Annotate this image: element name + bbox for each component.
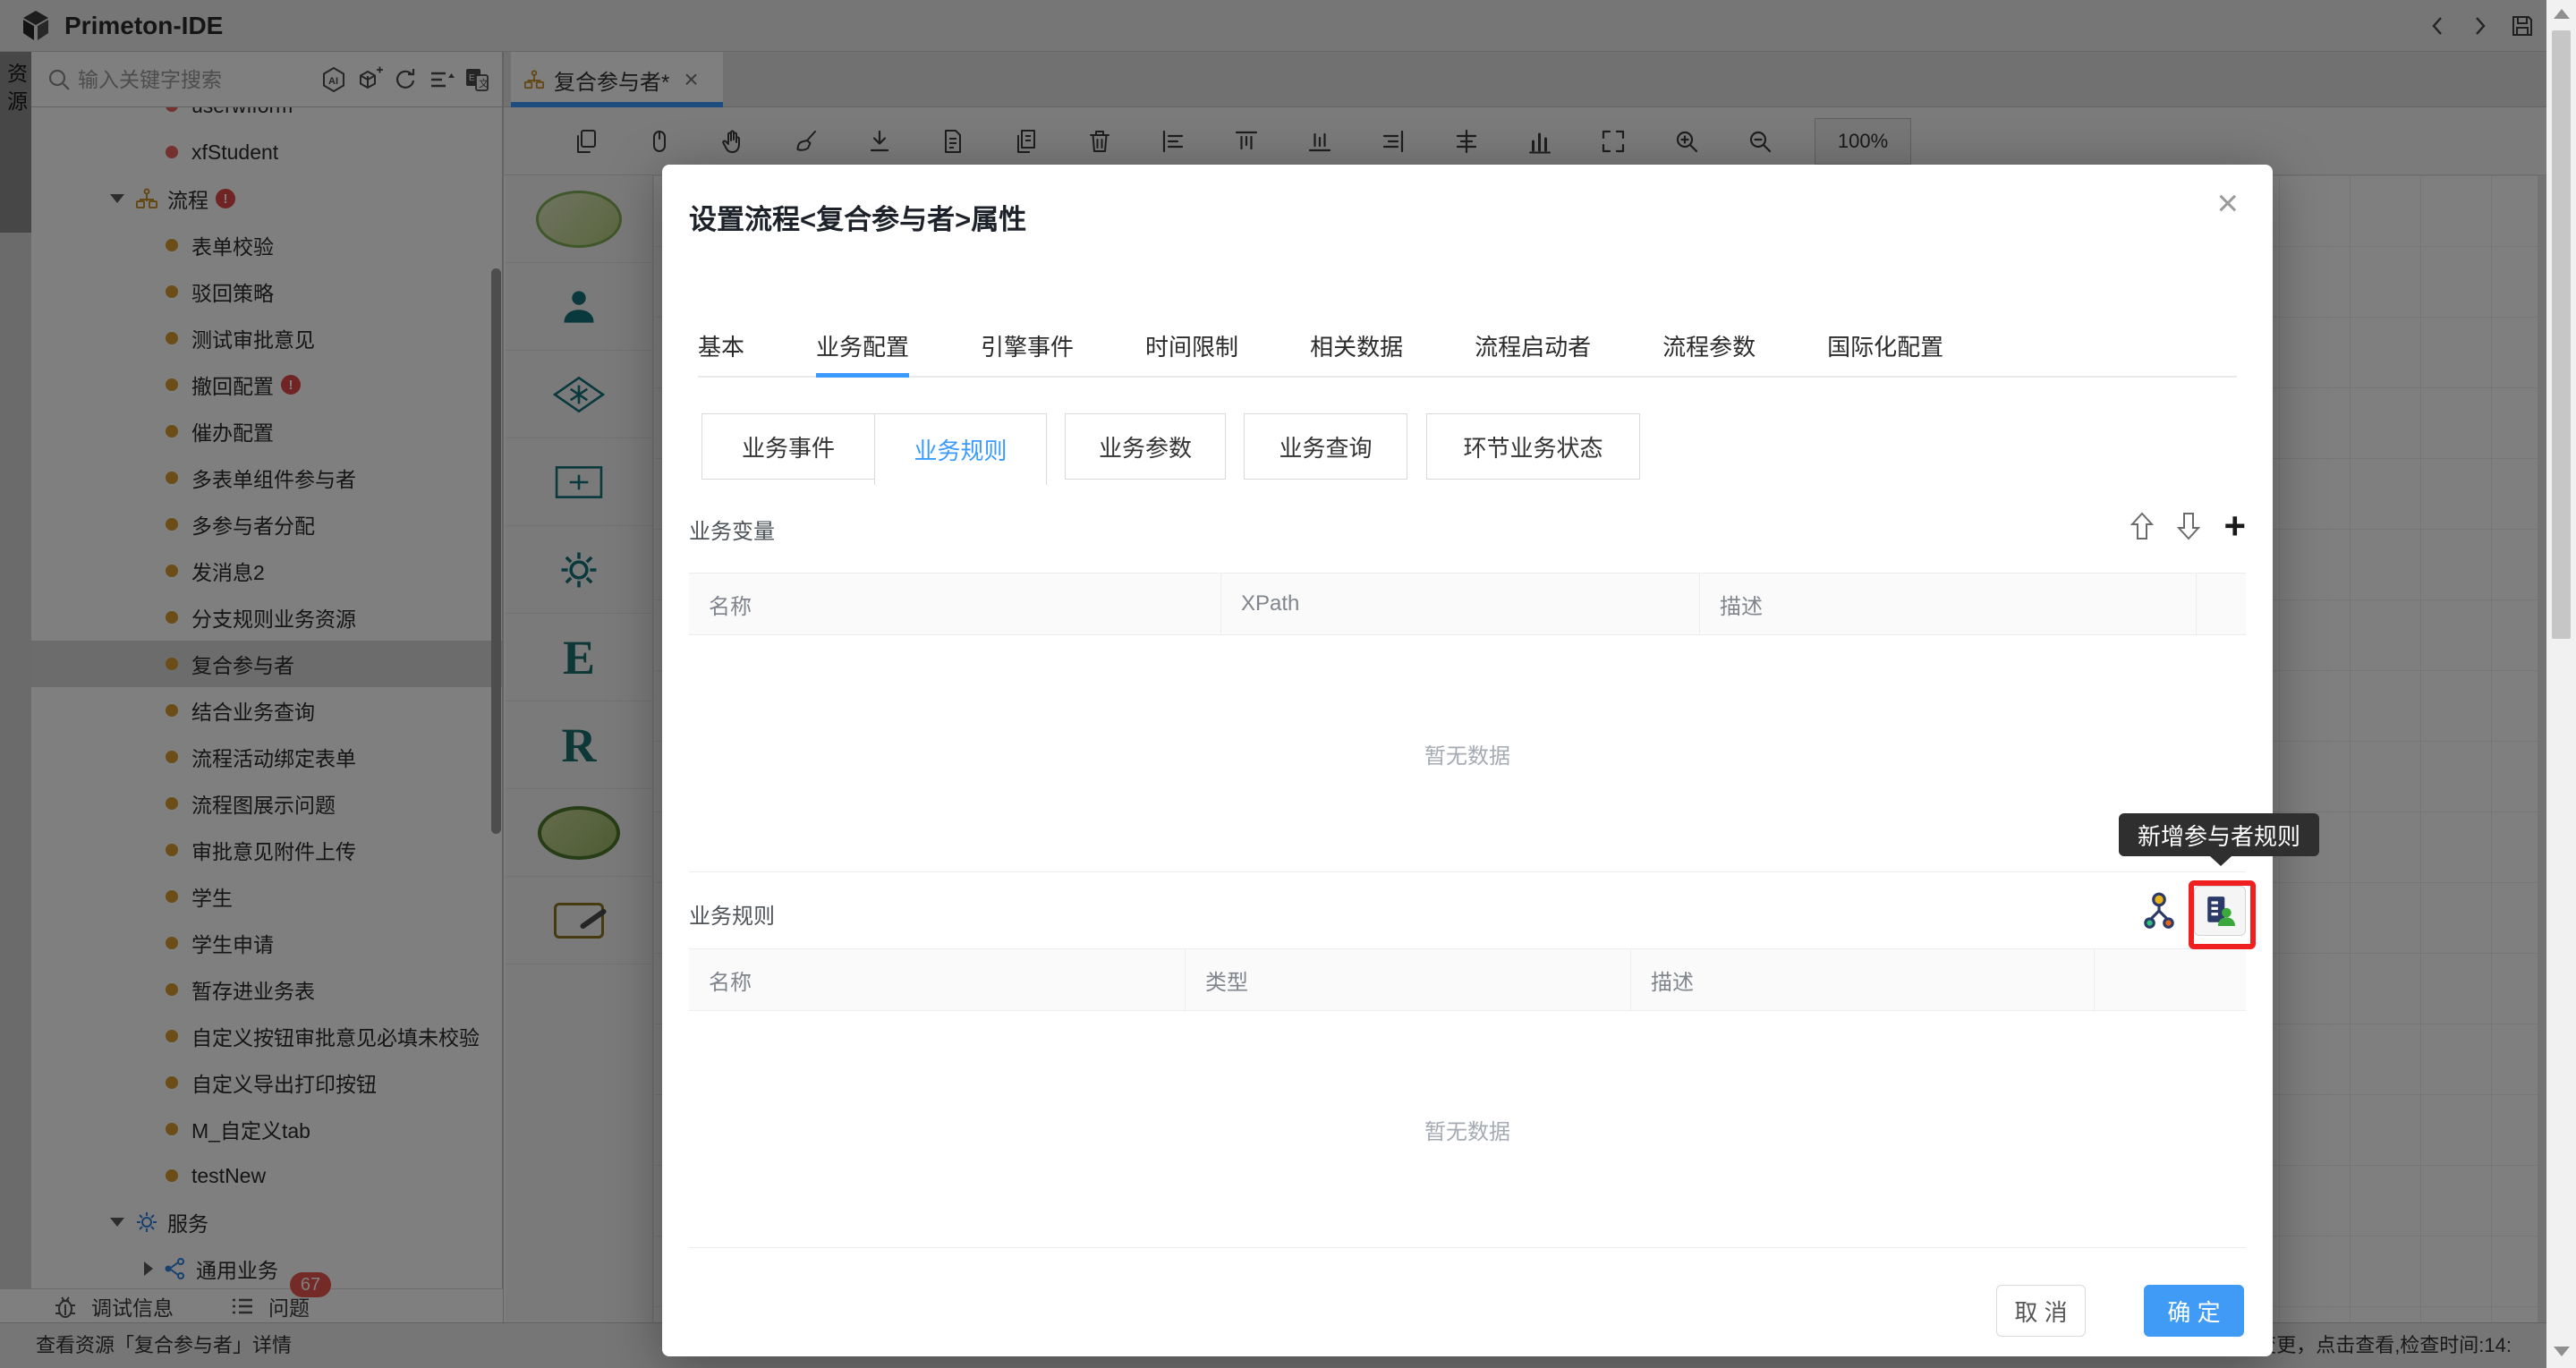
dialog-subtab[interactable]: 环节业务状态 <box>1426 413 1640 480</box>
highlight-box <box>2189 880 2256 949</box>
process-properties-dialog: × 设置流程<复合参与者>属性 基本 业务配置 引擎事件 时间限制 相关数据 流… <box>662 165 2273 1356</box>
dialog-tab-label: 基本 <box>698 334 744 361</box>
dialog-tab-label: 流程参数 <box>1662 334 1756 361</box>
table-column-header: 名称 <box>689 574 1221 634</box>
dialog-subtab-label: 业务参数 <box>1099 430 1192 463</box>
dialog-tab[interactable]: 国际化配置 <box>1827 331 1943 363</box>
dialog-subtab[interactable]: 业务参数 <box>1065 413 1226 480</box>
dialog-tab[interactable]: 基本 <box>698 331 744 363</box>
dialog-tabs: 基本 业务配置 引擎事件 时间限制 相关数据 流程启动者 流程参数 国际化配置 <box>698 331 2237 378</box>
move-up-icon[interactable] <box>2130 512 2154 540</box>
empty-table-state: 暂无数据 <box>689 635 2246 872</box>
dialog-tab[interactable]: 业务配置 <box>816 331 909 363</box>
cancel-button[interactable]: 取 消 <box>1996 1285 2086 1337</box>
add-variable-icon[interactable]: + <box>2223 508 2246 544</box>
dialog-subtab-label: 业务查询 <box>1279 430 1372 463</box>
dialog-tab[interactable]: 相关数据 <box>1310 331 1403 363</box>
tooltip: 新增参与者规则 <box>2119 813 2319 856</box>
scroll-up-icon[interactable] <box>2554 9 2570 19</box>
table-column-header: 描述 <box>1700 574 2197 634</box>
business-variables-label: 业务变量 <box>689 514 775 545</box>
table-column-header-empty <box>2095 949 2246 1010</box>
business-variables-table: 名称XPath描述 暂无数据 <box>689 573 2246 872</box>
scroll-down-icon[interactable] <box>2554 1347 2570 1356</box>
dialog-tab-label: 引擎事件 <box>981 334 1074 361</box>
dialog-tab-label: 业务配置 <box>816 334 909 361</box>
dialog-tab-label: 相关数据 <box>1310 334 1403 361</box>
move-down-icon[interactable] <box>2177 512 2200 540</box>
dialog-tab[interactable]: 引擎事件 <box>981 331 1074 363</box>
business-rules-label: 业务规则 <box>689 898 775 930</box>
dialog-tab[interactable]: 时间限制 <box>1145 331 1238 363</box>
dialog-tab-label: 国际化配置 <box>1827 334 1943 361</box>
table-column-header: XPath <box>1221 574 1700 634</box>
dialog-subtab-label: 业务事件 <box>742 430 835 463</box>
dialog-title: 设置流程<复合参与者>属性 <box>689 197 1026 237</box>
dialog-subtabs: 业务事件 业务规则 业务参数 业务查询 环节业务状态 <box>701 413 1954 485</box>
dialog-tab[interactable]: 流程参数 <box>1662 331 1756 363</box>
dialog-subtab-label: 业务规则 <box>914 433 1007 466</box>
table-column-header: 类型 <box>1186 949 1631 1010</box>
dialog-close-icon[interactable]: × <box>2216 184 2239 222</box>
dialog-tab-label: 流程启动者 <box>1475 334 1591 361</box>
page-scrollbar[interactable] <box>2546 0 2576 1368</box>
scrollbar-thumb[interactable] <box>2552 30 2571 639</box>
dialog-subtab[interactable]: 业务查询 <box>1244 413 1407 480</box>
dialog-subtab[interactable]: 业务事件 <box>701 413 875 480</box>
business-rules-table: 名称类型描述 暂无数据 <box>689 948 2246 1248</box>
dialog-subtab-label: 环节业务状态 <box>1463 430 1603 463</box>
dialog-subtab[interactable]: 业务规则 <box>874 413 1047 485</box>
table-column-header: 描述 <box>1631 949 2095 1010</box>
dialog-tab-label: 时间限制 <box>1145 334 1238 361</box>
ok-button[interactable]: 确 定 <box>2144 1285 2244 1337</box>
empty-table-state: 暂无数据 <box>689 1011 2246 1248</box>
participant-rule-icon[interactable] <box>2140 890 2178 931</box>
dialog-tab[interactable]: 流程启动者 <box>1475 331 1591 363</box>
table-column-header-empty <box>2197 574 2246 634</box>
table-column-header: 名称 <box>689 949 1186 1010</box>
